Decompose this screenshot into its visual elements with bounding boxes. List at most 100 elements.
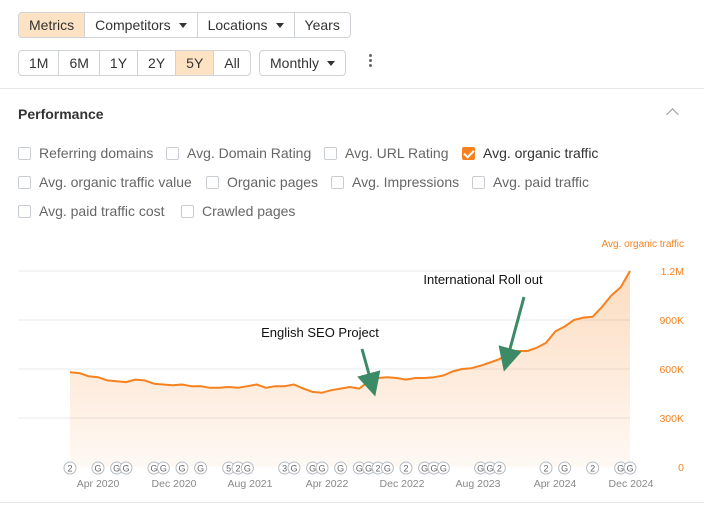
- svg-text:G: G: [113, 464, 120, 474]
- event-marker[interactable]: G: [91, 461, 105, 475]
- chevron-up-icon[interactable]: [666, 108, 679, 121]
- svg-text:G: G: [178, 464, 185, 474]
- event-marker[interactable]: 2: [492, 461, 506, 475]
- metric-organic-pages[interactable]: Organic pages: [206, 174, 318, 190]
- svg-text:G: G: [150, 464, 157, 474]
- checkbox[interactable]: [18, 204, 31, 218]
- caret-down-icon: [178, 22, 187, 28]
- metric-label: Crawled pages: [202, 203, 296, 219]
- metric-label: Avg. organic traffic: [483, 145, 599, 161]
- metric-referring-domains[interactable]: Referring domains: [18, 145, 153, 161]
- metric-avg-paid-traffic-cost[interactable]: Avg. paid traffic cost: [18, 203, 165, 219]
- svg-text:G: G: [337, 464, 344, 474]
- y-tick-label: 0: [678, 462, 684, 474]
- checkbox[interactable]: [18, 146, 31, 160]
- event-marker[interactable]: 2: [539, 461, 553, 475]
- svg-text:3: 3: [282, 464, 287, 474]
- svg-text:G: G: [94, 464, 101, 474]
- metric-avg-impressions[interactable]: Avg. Impressions: [331, 174, 459, 190]
- svg-text:2: 2: [67, 464, 72, 474]
- metric-avg-domain-rating[interactable]: Avg. Domain Rating: [166, 145, 311, 161]
- checkbox[interactable]: [331, 175, 344, 189]
- event-marker[interactable]: G: [558, 461, 572, 475]
- event-marker[interactable]: G: [287, 461, 301, 475]
- checkbox[interactable]: [181, 204, 194, 218]
- event-marker[interactable]: G: [334, 461, 348, 475]
- tab-years[interactable]: Years: [295, 13, 350, 37]
- event-marker[interactable]: G: [175, 461, 189, 475]
- metric-label: Avg. Impressions: [352, 174, 460, 190]
- checkbox-checked[interactable]: [462, 146, 475, 160]
- event-marker[interactable]: G: [436, 461, 450, 475]
- range-2y-button[interactable]: 2Y: [138, 51, 177, 75]
- svg-text:G: G: [617, 464, 624, 474]
- interval-dropdown[interactable]: Monthly: [259, 50, 347, 76]
- svg-text:G: G: [440, 464, 447, 474]
- y-tick-label: 900K: [659, 315, 684, 327]
- tab-locations[interactable]: Locations: [198, 13, 295, 37]
- svg-text:G: G: [626, 464, 633, 474]
- range-1y-button[interactable]: 1Y: [100, 51, 139, 75]
- tab-metrics[interactable]: Metrics: [19, 13, 86, 37]
- event-marker[interactable]: 2: [63, 461, 77, 475]
- more-options-icon[interactable]: [368, 54, 374, 69]
- range-1m-button[interactable]: 1M: [19, 51, 60, 75]
- annotation-arrow: [357, 348, 381, 397]
- metric-crawled-pages[interactable]: Crawled pages: [181, 203, 295, 219]
- metric-avg-paid-traffic[interactable]: Avg. paid traffic: [472, 174, 589, 190]
- svg-text:G: G: [421, 464, 428, 474]
- event-marker[interactable]: 2: [399, 461, 413, 475]
- metric-avg-organic-traffic-value[interactable]: Avg. organic traffic value: [18, 174, 192, 190]
- svg-text:G: G: [365, 464, 372, 474]
- metric-label: Avg. URL Rating: [345, 145, 449, 161]
- range-all-button[interactable]: All: [214, 51, 250, 75]
- range-5y-button[interactable]: 5Y: [176, 51, 215, 75]
- svg-text:G: G: [122, 464, 129, 474]
- x-tick-label: Dec 2020: [152, 478, 197, 490]
- metric-label: Avg. organic traffic value: [39, 174, 192, 190]
- svg-text:G: G: [477, 464, 484, 474]
- event-marker[interactable]: G: [194, 461, 208, 475]
- interval-button[interactable]: Monthly: [260, 51, 345, 75]
- metric-avg-organic-traffic[interactable]: Avg. organic traffic: [462, 145, 598, 161]
- metric-label: Referring domains: [39, 145, 154, 161]
- x-tick-label: Apr 2022: [306, 478, 349, 490]
- x-tick-label: Aug 2023: [456, 478, 501, 490]
- svg-text:G: G: [356, 464, 363, 474]
- checkbox[interactable]: [472, 175, 485, 189]
- event-marker[interactable]: G: [156, 461, 170, 475]
- event-marker[interactable]: 2: [586, 461, 600, 475]
- svg-text:G: G: [561, 464, 568, 474]
- event-marker[interactable]: G: [315, 461, 329, 475]
- svg-text:G: G: [430, 464, 437, 474]
- view-tabs: Metrics Competitors Locations Years: [18, 12, 351, 38]
- svg-text:2: 2: [590, 464, 595, 474]
- event-marker[interactable]: G: [380, 461, 394, 475]
- x-tick-label: Aug 2021: [228, 478, 273, 490]
- interval-label: Monthly: [270, 55, 320, 71]
- annotation-label: International Roll out: [423, 272, 543, 287]
- tab-competitors[interactable]: Competitors: [85, 13, 198, 37]
- x-tick-label: Apr 2024: [534, 478, 577, 490]
- checkbox[interactable]: [18, 175, 31, 189]
- divider: [0, 88, 704, 89]
- metric-avg-url-rating[interactable]: Avg. URL Rating: [324, 145, 449, 161]
- svg-text:2: 2: [543, 464, 548, 474]
- y-tick-label: 1.2M: [661, 266, 684, 278]
- panel-title: Performance: [18, 106, 104, 122]
- range-selector: 1M 6M 1Y 2Y 5Y All: [18, 50, 251, 76]
- tab-label: Years: [304, 17, 340, 33]
- checkbox[interactable]: [166, 146, 179, 160]
- event-marker[interactable]: G: [240, 461, 254, 475]
- svg-text:2: 2: [375, 464, 380, 474]
- event-marker[interactable]: G: [119, 461, 133, 475]
- checkbox[interactable]: [324, 146, 337, 160]
- tab-label: Metrics: [29, 17, 75, 33]
- annotation-label: English SEO Project: [261, 325, 379, 340]
- svg-text:G: G: [244, 464, 251, 474]
- event-marker[interactable]: G: [623, 461, 637, 475]
- x-tick-label: Dec 2024: [609, 478, 654, 490]
- range-6m-button[interactable]: 6M: [59, 51, 100, 75]
- svg-text:2: 2: [235, 464, 240, 474]
- checkbox[interactable]: [206, 175, 219, 189]
